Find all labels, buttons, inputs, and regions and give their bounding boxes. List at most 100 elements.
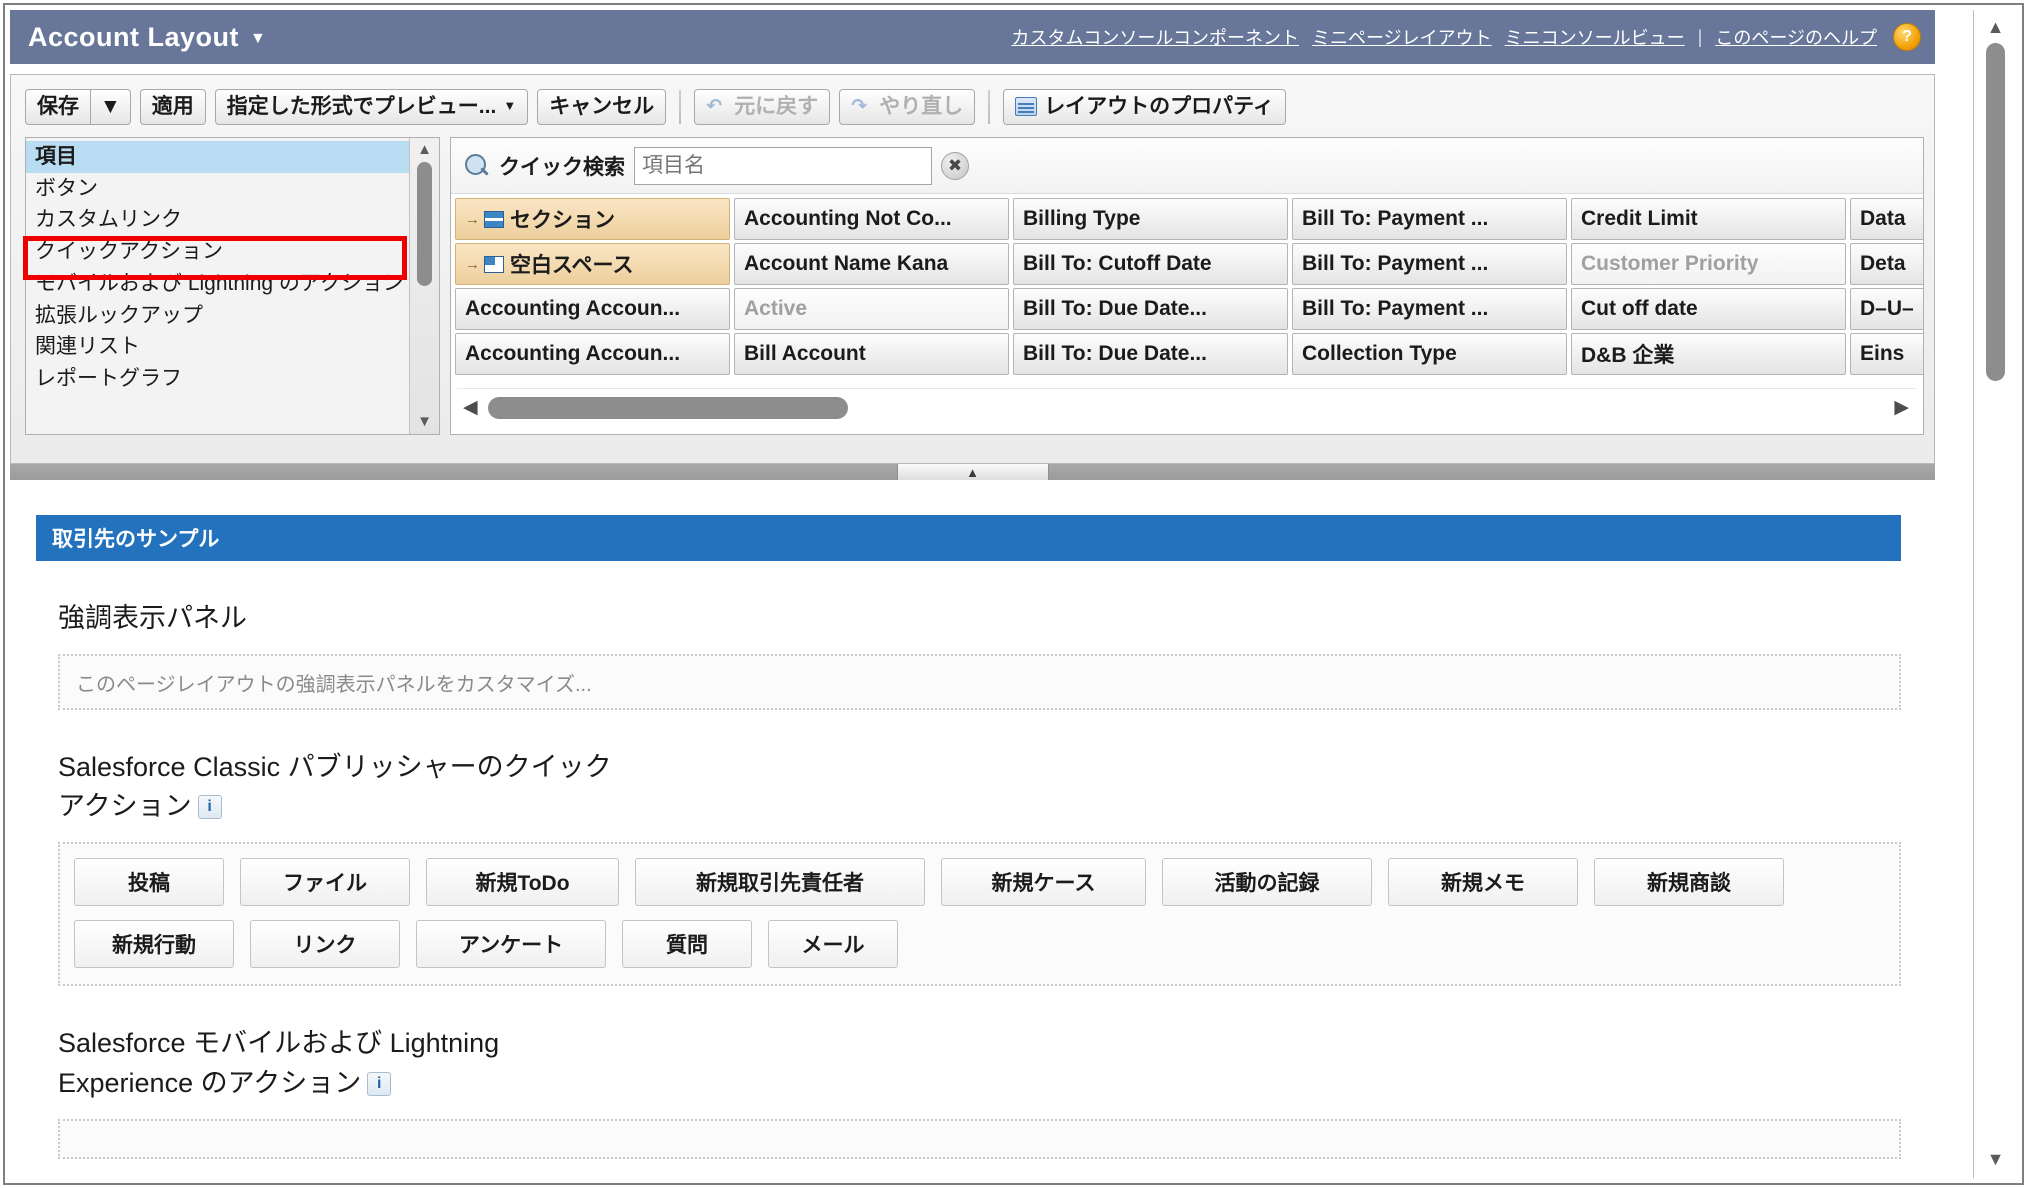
action-chip[interactable]: 新規ToDo [426, 858, 619, 907]
section-icon [484, 210, 504, 228]
sidebar-scroll-up-icon[interactable]: ▲ [417, 142, 432, 157]
header-separator: | [1697, 26, 1703, 47]
sidebar-scroll-thumb[interactable] [417, 162, 432, 286]
search-icon [464, 153, 490, 179]
page-title-group[interactable]: Account Layout ▼ [28, 22, 266, 53]
quick-search-bar: クイック検索 ✖ [451, 138, 1923, 194]
splitter-collapse-icon[interactable]: ▲ [896, 464, 1049, 480]
palette-horizontal-scrollbar[interactable]: ◀ ▶ [457, 388, 1915, 426]
link-mini-console-view[interactable]: ミニコンソールビュー [1505, 24, 1685, 50]
sidebar-item-mobile-lightning-actions[interactable]: モバイルおよび Lightning のアクション [26, 268, 409, 300]
info-icon[interactable]: i [197, 795, 222, 820]
palette-item-field[interactable]: Bill To: Payment ... [1292, 243, 1567, 285]
highlights-panel-dropzone[interactable]: このページレイアウトの強調表示パネルをカスタマイズ... [58, 654, 1901, 711]
page-scroll-down-icon[interactable]: ▼ [1987, 1146, 2005, 1178]
mobile-lightning-actions-dropzone[interactable] [58, 1118, 1901, 1159]
link-mini-page-layout[interactable]: ミニページレイアウト [1312, 24, 1492, 50]
link-page-help[interactable]: このページのヘルプ [1715, 24, 1877, 50]
sidebar-item-custom-links[interactable]: カスタムリンク [26, 204, 409, 236]
action-chip[interactable]: 新規メモ [1388, 858, 1578, 907]
undo-button[interactable]: ↶ 元に戻す [694, 88, 831, 126]
sidebar-item-fields[interactable]: 項目 [26, 141, 409, 173]
palette-grid: → セクション Accounting Not Co... Billing Typ… [455, 198, 1923, 375]
palette-item-field[interactable]: Bill To: Payment ... [1292, 288, 1567, 330]
panel-splitter[interactable]: ▲ [10, 464, 1935, 480]
cancel-button[interactable]: キャンセル [537, 88, 667, 126]
sidebar-item-buttons[interactable]: ボタン [26, 173, 409, 205]
mobile-lightning-heading-line1: Salesforce モバイルおよび Lightning [58, 1028, 500, 1059]
sidebar-item-related-lists[interactable]: 関連リスト [26, 331, 409, 363]
search-input[interactable] [634, 147, 932, 185]
action-chip[interactable]: アンケート [416, 920, 606, 969]
mobile-lightning-heading: Salesforce モバイルおよび Lightning Experience … [58, 1024, 758, 1102]
help-icon[interactable]: ? [1893, 23, 1921, 51]
quick-search-label: クイック検索 [499, 156, 625, 179]
palette-item-field[interactable]: Credit Limit [1571, 198, 1846, 240]
palette-item-field[interactable]: Account Name Kana [734, 243, 1009, 285]
chevron-down-icon[interactable]: ▼ [250, 30, 266, 48]
palette-item-field[interactable]: Bill Account [734, 333, 1009, 375]
preview-as-button[interactable]: 指定した形式でプレビュー... ▼ [214, 88, 529, 126]
palette-item-field[interactable]: Cut off date [1571, 288, 1846, 330]
page-scrollbar[interactable]: ▲ ▼ [1973, 10, 2017, 1178]
action-chip[interactable]: リンク [250, 920, 400, 969]
toolbar-divider-2 [988, 90, 991, 124]
palette-item-field[interactable]: Bill To: Cutoff Date [1013, 243, 1288, 285]
action-chip[interactable]: 新規取引先責任者 [635, 858, 925, 907]
sidebar-item-quick-actions[interactable]: クイックアクション [26, 236, 409, 268]
action-chip[interactable]: ファイル [240, 858, 410, 907]
palette-item-field[interactable]: Data [1850, 198, 1923, 240]
action-chip[interactable]: 活動の記録 [1162, 858, 1372, 907]
palette-item-blank-space[interactable]: → 空白スペース [455, 243, 730, 285]
palette-item-field[interactable]: Accounting Not Co... [734, 198, 1009, 240]
palette-item-field[interactable]: D–U– [1850, 288, 1923, 330]
undo-icon: ↶ [706, 95, 723, 117]
sidebar-item-expanded-lookups[interactable]: 拡張ルックアップ [26, 300, 409, 332]
info-icon[interactable]: i [367, 1071, 392, 1096]
classic-publisher-heading: Salesforce Classic パブリッシャーのクイック アクション i [58, 748, 758, 826]
page-scroll-up-icon[interactable]: ▲ [1987, 10, 2005, 40]
palette-item-field[interactable]: Bill To: Due Date... [1013, 333, 1288, 375]
link-custom-console-component[interactable]: カスタムコンソールコンポーネント [1011, 24, 1299, 50]
editor-toolbar: 保存 ▼ 適用 指定した形式でプレビュー... ▼ キャンセル ↶ 元に戻す ↷… [11, 75, 1934, 137]
action-chip[interactable]: 新規商談 [1594, 858, 1784, 907]
highlights-panel-placeholder: このページレイアウトの強調表示パネルをカスタマイズ... [76, 673, 592, 696]
page-scroll-thumb[interactable] [1986, 43, 2005, 381]
palette-item-field[interactable]: D&B 企業 [1571, 333, 1846, 375]
sidebar-item-report-charts[interactable]: レポートグラフ [26, 363, 409, 395]
scroll-left-icon[interactable]: ◀ [463, 398, 478, 417]
palette-item-field[interactable]: Billing Type [1013, 198, 1288, 240]
palette-item-field[interactable]: Bill To: Payment ... [1292, 198, 1567, 240]
palette-item-field[interactable]: Customer Priority [1571, 243, 1846, 285]
action-chip[interactable]: メール [768, 920, 898, 969]
save-button[interactable]: 保存 [25, 88, 90, 126]
action-chip[interactable]: 質問 [622, 920, 752, 969]
sidebar-scroll-down-icon[interactable]: ▼ [417, 414, 432, 429]
palette-item-field[interactable]: Bill To: Due Date... [1013, 288, 1288, 330]
palette-item-field[interactable]: Accounting Accoun... [455, 288, 730, 330]
palette-item-field[interactable]: Deta [1850, 243, 1923, 285]
palette-item-field[interactable]: Collection Type [1292, 333, 1567, 375]
preview-caret-icon: ▼ [503, 97, 517, 113]
redo-button[interactable]: ↷ やり直し [839, 88, 976, 126]
palette-item-section[interactable]: → セクション [455, 198, 730, 240]
save-dropdown-caret-icon[interactable]: ▼ [90, 88, 131, 126]
action-chip[interactable]: 新規行動 [74, 920, 234, 969]
blank-space-icon [484, 255, 504, 273]
palette-item-field[interactable]: Accounting Accoun... [455, 333, 730, 375]
action-chip[interactable]: 新規ケース [941, 858, 1146, 907]
classic-publisher-actions-dropzone[interactable]: 投稿 ファイル 新規ToDo 新規取引先責任者 新規ケース 活動の記録 新規メモ… [58, 842, 1901, 987]
sidebar-scrollbar[interactable]: ▲ ▼ [409, 138, 439, 434]
action-chip[interactable]: 投稿 [74, 858, 224, 907]
palette-item-field[interactable]: Eins [1850, 333, 1923, 375]
save-split-button[interactable]: 保存 ▼ [25, 88, 131, 126]
palette-item-field[interactable]: Active [734, 288, 1009, 330]
clear-search-icon[interactable]: ✖ [941, 152, 969, 180]
apply-button[interactable]: 適用 [139, 88, 206, 126]
hscroll-track[interactable] [487, 396, 1885, 419]
layout-properties-button[interactable]: レイアウトのプロパティ [1003, 88, 1286, 126]
hscroll-thumb[interactable] [487, 396, 848, 419]
preview-as-label: 指定した形式でプレビュー... [226, 94, 497, 118]
scroll-right-icon[interactable]: ▶ [1894, 398, 1909, 417]
layout-editor-panel: 保存 ▼ 適用 指定した形式でプレビュー... ▼ キャンセル ↶ 元に戻す ↷… [10, 74, 1935, 464]
